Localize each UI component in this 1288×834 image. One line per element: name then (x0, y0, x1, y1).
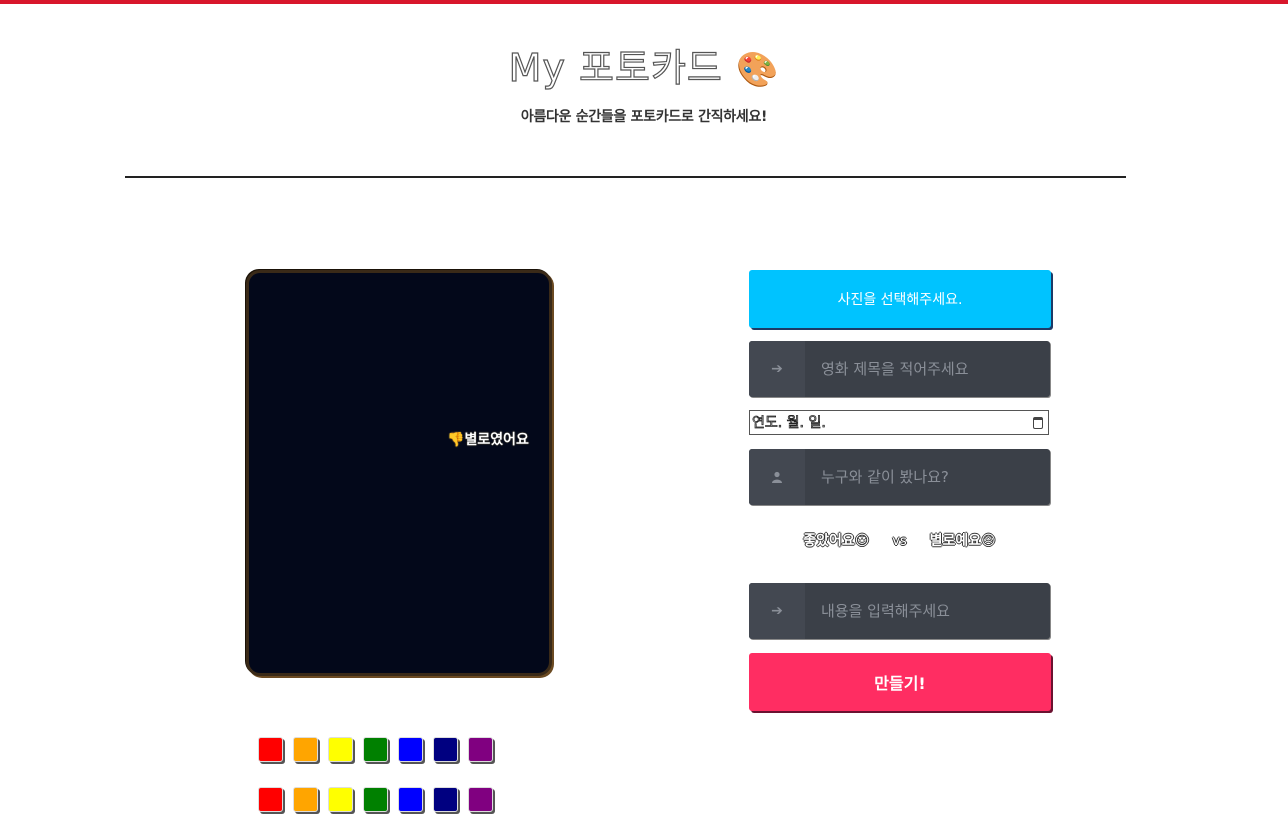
card-rating-badge: 👎별로였어요 (447, 429, 529, 449)
dislike-option[interactable]: 별로예요😥 (930, 533, 996, 549)
color-swatch[interactable] (328, 737, 353, 762)
calendar-icon[interactable] (1033, 416, 1043, 429)
date-field (749, 410, 1049, 435)
rating-choice: 좋았어요😍 vs 별로예요😥 (749, 530, 1050, 550)
color-swatch[interactable] (433, 737, 458, 762)
page-subtitle: 아름다운 순간들을 포토카드로 간직하세요! (520, 109, 768, 125)
color-swatch[interactable] (433, 787, 458, 812)
like-option[interactable]: 좋았어요😍 (803, 533, 869, 549)
palette-icon: 🎨 (735, 50, 780, 90)
movie-title-input[interactable] (805, 341, 1050, 397)
companion-input[interactable] (805, 449, 1050, 505)
thumbs-down-icon: 👎 (447, 432, 465, 448)
select-photo-button[interactable]: 사진을 선택해주세요. (749, 270, 1051, 328)
color-swatch[interactable] (293, 787, 318, 812)
color-swatch-row-1 (258, 737, 493, 762)
arrow-right-icon: ➔ (749, 341, 805, 397)
companion-field (749, 449, 1050, 505)
user-icon (749, 449, 805, 505)
header-divider (125, 176, 1126, 178)
photo-card-preview: 👎별로였어요 (246, 270, 552, 676)
arrow-right-icon: ➔ (749, 583, 805, 639)
color-swatch[interactable] (363, 787, 388, 812)
color-swatch[interactable] (363, 737, 388, 762)
page-title: My 포토카드 🎨 (0, 38, 1288, 100)
color-swatch[interactable] (328, 787, 353, 812)
content-field: ➔ (749, 583, 1050, 639)
color-swatch[interactable] (398, 787, 423, 812)
page-title-text: My 포토카드 (508, 45, 723, 90)
color-swatch[interactable] (468, 787, 493, 812)
create-card-button[interactable]: 만들기! (749, 653, 1051, 711)
vs-label: vs (892, 534, 907, 549)
color-swatch-row-2 (258, 787, 493, 812)
top-accent-bar (0, 0, 1288, 4)
color-swatch[interactable] (468, 737, 493, 762)
movie-title-field: ➔ (749, 341, 1050, 397)
color-swatch[interactable] (258, 787, 283, 812)
color-swatch[interactable] (398, 737, 423, 762)
content-input[interactable] (805, 583, 1050, 639)
color-swatch[interactable] (258, 737, 283, 762)
card-rating-text: 별로였어요 (464, 432, 529, 448)
color-swatch[interactable] (293, 737, 318, 762)
date-input[interactable] (750, 414, 1033, 431)
